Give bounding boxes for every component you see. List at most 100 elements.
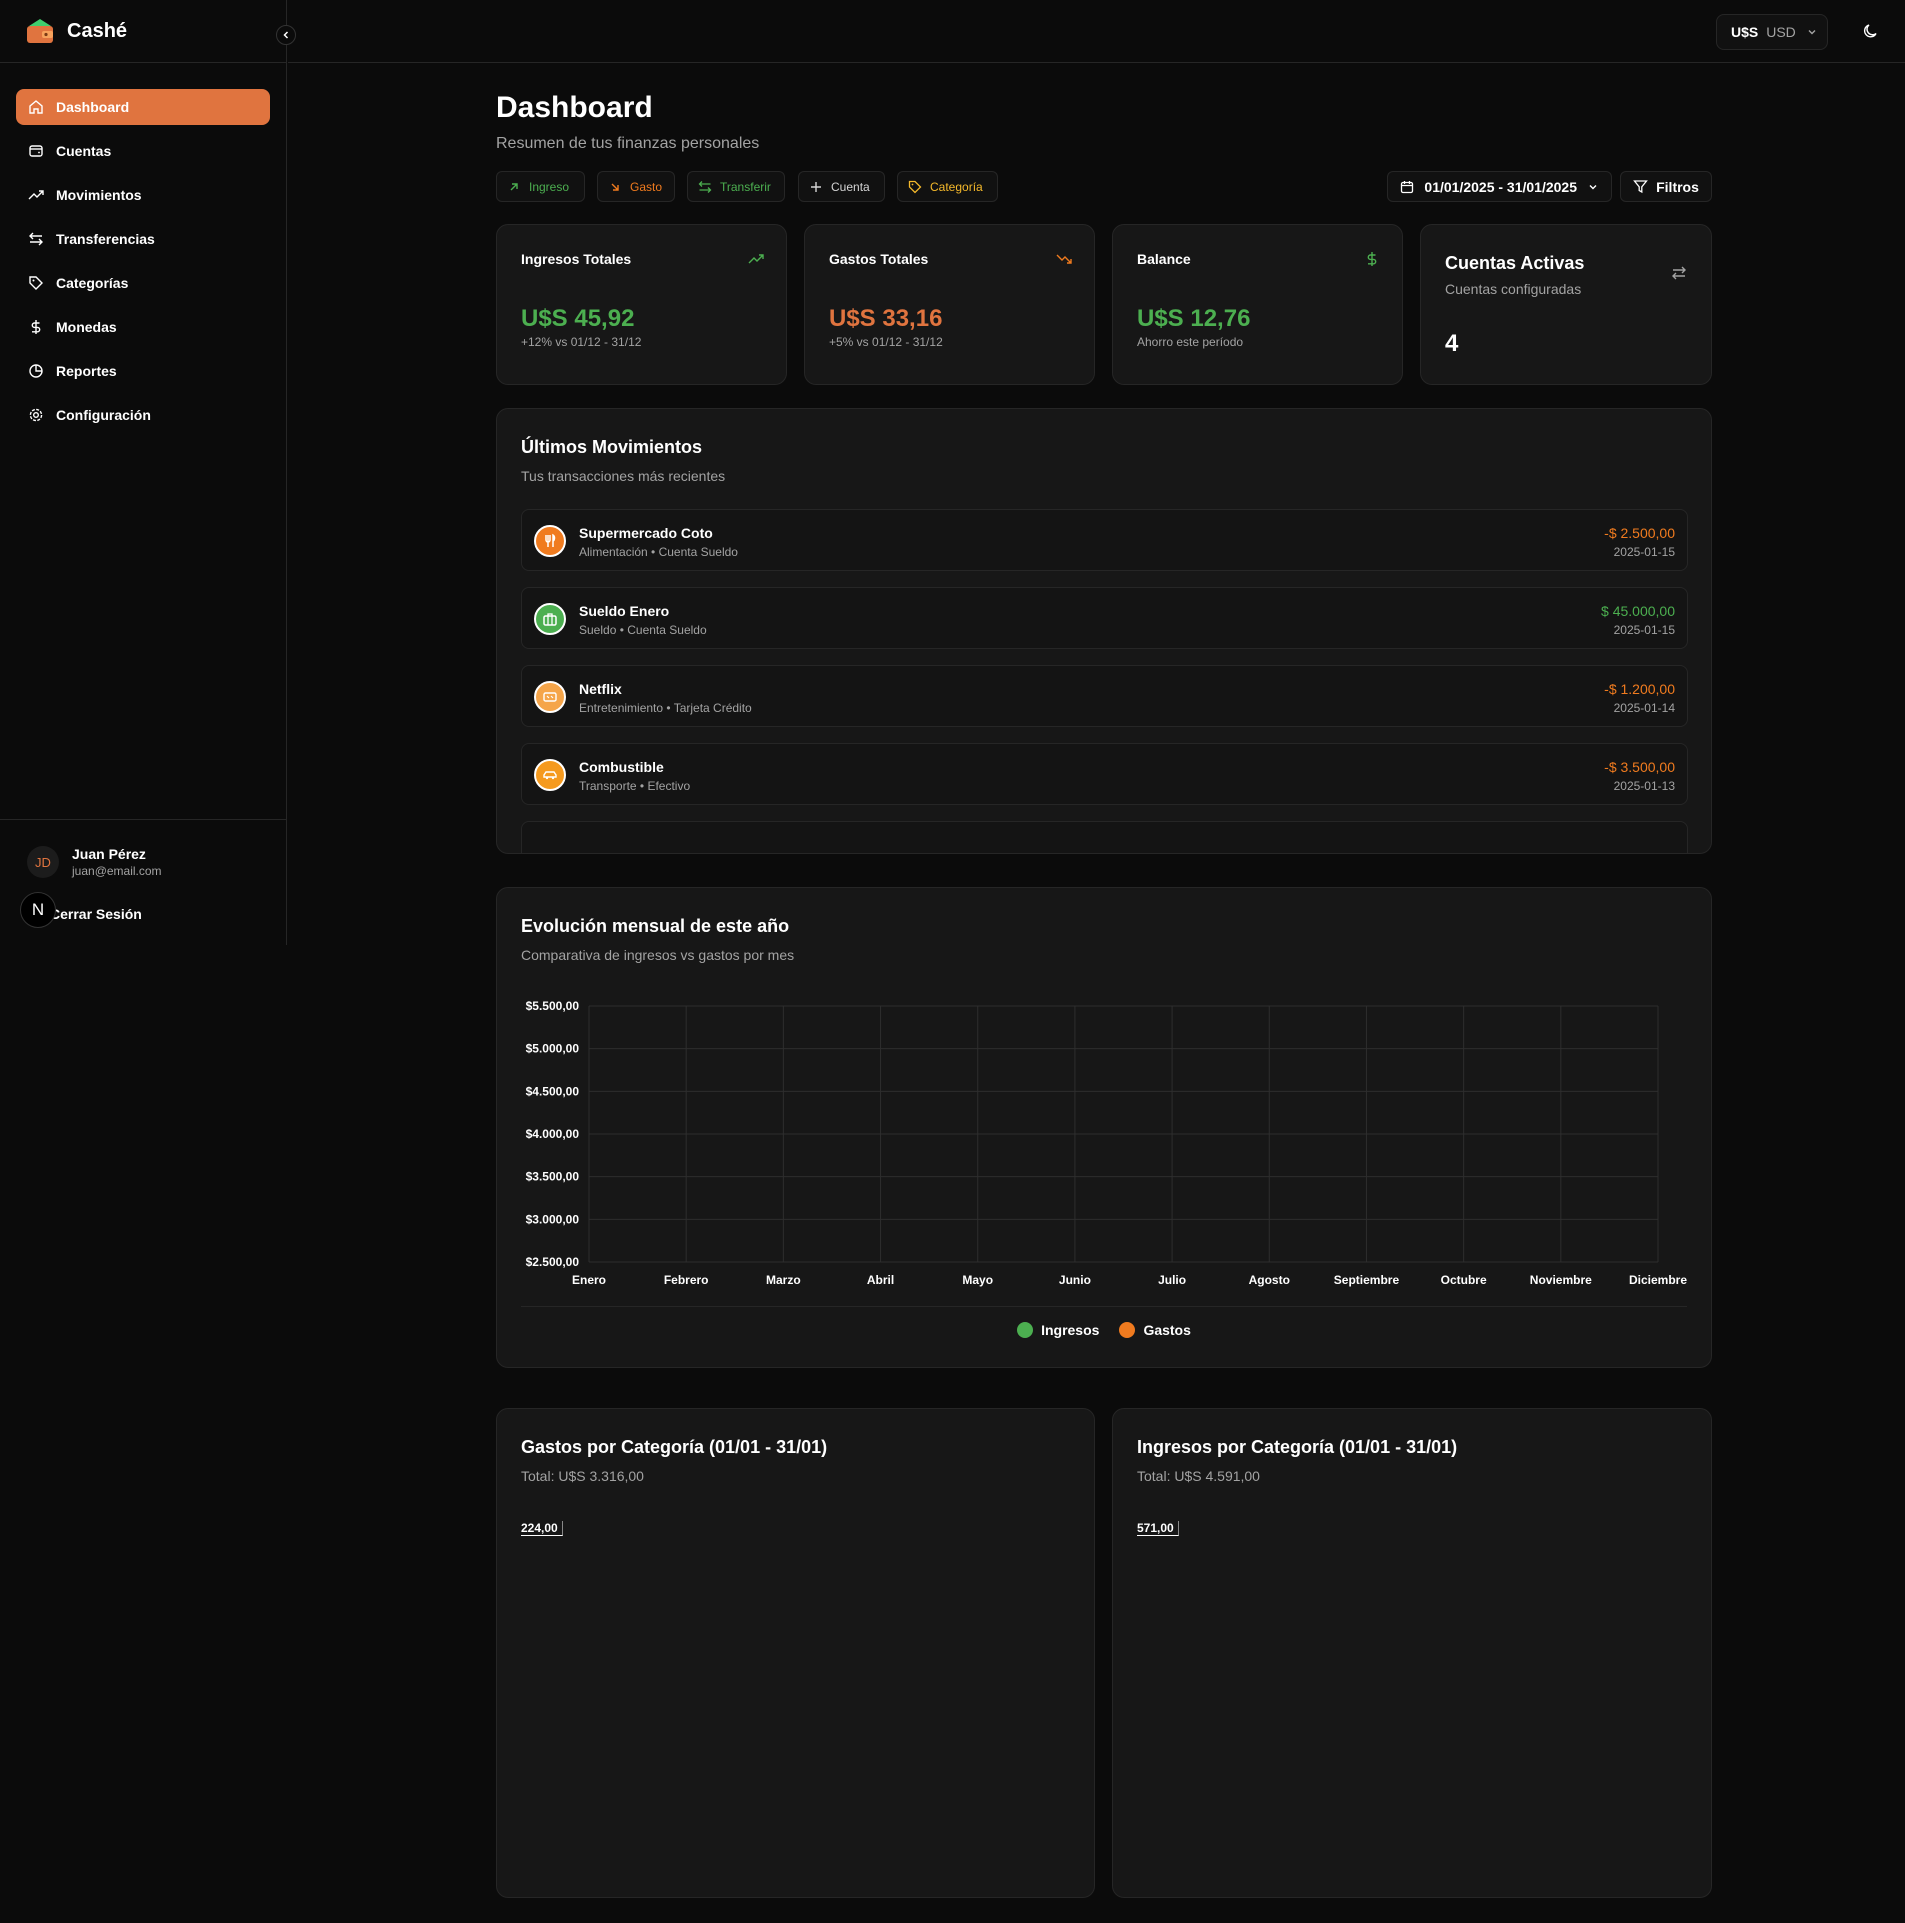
user-email: juan@email.com xyxy=(72,864,162,878)
income-card: Ingresos Totales U$S 45,92 +12% vs 01/12… xyxy=(496,224,787,385)
y-tick-label: $5.000,00 xyxy=(526,1042,580,1056)
user-profile[interactable]: JD Juan Pérez juan@email.com xyxy=(27,846,162,878)
list-item[interactable]: Supermercado Coto Alimentación • Cuenta … xyxy=(521,509,1688,571)
gear-icon xyxy=(29,408,43,422)
list-item[interactable]: Combustible Transporte • Efectivo -$ 3.5… xyxy=(521,743,1688,805)
expense-card-note: +5% vs 01/12 - 31/12 xyxy=(829,335,943,349)
movements-title: Últimos Movimientos xyxy=(521,437,703,457)
sidebar-item-label: Dashboard xyxy=(56,99,130,115)
pie-chart-icon xyxy=(29,364,43,378)
add-expense-label: Gasto xyxy=(630,179,663,194)
list-item[interactable]: Sueldo Enero Sueldo • Cuenta Sueldo $ 45… xyxy=(521,587,1688,649)
accounts-card: Cuentas Activas Cuentas configuradas 4 xyxy=(1420,224,1712,385)
income-card-note: +12% vs 01/12 - 31/12 xyxy=(521,335,642,349)
tx-amount: -$ 3.500,00 xyxy=(1604,759,1675,775)
user-name: Juan Pérez xyxy=(72,846,146,862)
utensils-icon xyxy=(534,525,566,557)
sidebar-item-label: Monedas xyxy=(56,319,117,335)
filter-icon xyxy=(1633,180,1648,194)
accounts-card-subtitle: Cuentas configuradas xyxy=(1445,281,1582,297)
filters-label: Filtros xyxy=(1656,178,1699,195)
tx-name: Supermercado Coto xyxy=(579,525,713,541)
income-card-value: U$S 45,92 xyxy=(521,305,635,332)
income-categories-title: Ingresos por Categoría (01/01 - 31/01) xyxy=(1137,1437,1458,1457)
legend-dot xyxy=(1119,1322,1136,1338)
action-bar: Ingreso Gasto Transferir Cuenta Categorí… xyxy=(496,171,1712,203)
arrow-down-right-icon xyxy=(611,183,619,191)
list-item[interactable]: Netflix Entretenimiento • Tarjeta Crédit… xyxy=(521,665,1688,727)
page-title: Dashboard xyxy=(496,91,653,124)
legend-item-ingresos[interactable]: Ingresos xyxy=(1017,1322,1099,1338)
x-tick-label: Septiembre xyxy=(1334,1273,1400,1287)
balance-card-title: Balance xyxy=(1137,251,1191,267)
sidebar-item-dashboard[interactable]: Dashboard xyxy=(16,89,270,125)
transfer-button[interactable]: Transferir xyxy=(687,171,785,202)
chevron-down-icon xyxy=(1808,30,1816,35)
avatar: JD xyxy=(27,846,59,878)
sidebar-item-categorias[interactable]: Categorías xyxy=(16,265,270,301)
chart-legend: Ingresos Gastos xyxy=(497,1322,1711,1338)
tx-meta: Sueldo • Cuenta Sueldo xyxy=(579,623,707,637)
briefcase-icon xyxy=(534,603,566,635)
dollar-icon xyxy=(1367,252,1377,266)
date-range-picker[interactable]: 01/01/2025 - 31/01/2025 xyxy=(1387,171,1612,202)
expense-card-title: Gastos Totales xyxy=(829,251,929,267)
tx-meta: Transporte • Efectivo xyxy=(579,779,691,793)
currency-symbol: U$S xyxy=(1731,24,1759,40)
add-income-button[interactable]: Ingreso xyxy=(496,171,585,202)
list-item[interactable] xyxy=(521,821,1688,853)
sidebar-item-transferencias[interactable]: Transferencias xyxy=(16,221,270,257)
x-tick-label: Febrero xyxy=(664,1273,709,1287)
accounts-card-value: 4 xyxy=(1445,330,1459,357)
expense-card: Gastos Totales U$S 33,16 +5% vs 01/12 - … xyxy=(804,224,1095,385)
x-tick-label: Octubre xyxy=(1441,1273,1487,1287)
transfer-label: Transferir xyxy=(720,179,771,194)
x-tick-label: Julio xyxy=(1158,1273,1186,1287)
legend-item-gastos[interactable]: Gastos xyxy=(1119,1322,1191,1338)
y-tick-label: $2.500,00 xyxy=(526,1255,580,1269)
moon-icon[interactable] xyxy=(1861,21,1881,41)
income-categories-total: Total: U$S 4.591,00 xyxy=(1137,1468,1260,1484)
sidebar-item-label: Movimientos xyxy=(56,187,142,203)
filters-button[interactable]: Filtros xyxy=(1620,171,1712,202)
tx-date: 2025-01-15 xyxy=(1613,623,1675,637)
add-category-label: Categoría xyxy=(930,179,983,194)
tx-meta: Alimentación • Cuenta Sueldo xyxy=(579,545,738,559)
calendar-icon xyxy=(1401,180,1414,193)
sidebar-item-configuracion[interactable]: Configuración xyxy=(16,397,270,433)
x-tick-label: Noviembre xyxy=(1530,1273,1592,1287)
home-icon xyxy=(29,100,43,114)
sidebar-item-monedas[interactable]: Monedas xyxy=(16,309,270,345)
dollar-icon xyxy=(31,320,41,334)
arrows-left-right-icon xyxy=(29,232,43,246)
x-tick-label: Enero xyxy=(572,1273,606,1287)
y-tick-label: $3.000,00 xyxy=(526,1212,580,1226)
add-expense-button[interactable]: Gasto xyxy=(597,171,675,202)
sidebar: Cashé Dashboard Cuentas Movimientos Tran… xyxy=(0,0,296,945)
accounts-card-title: Cuentas Activas xyxy=(1445,253,1585,273)
sidebar-item-cuentas[interactable]: Cuentas xyxy=(16,133,270,169)
x-tick-label: Marzo xyxy=(766,1273,801,1287)
balance-card: Balance U$S 12,76 Ahorro este período xyxy=(1112,224,1403,385)
sidebar-item-movimientos[interactable]: Movimientos xyxy=(16,177,270,213)
tx-name: Sueldo Enero xyxy=(579,603,670,619)
tx-date: 2025-01-13 xyxy=(1613,779,1675,793)
tx-amount: -$ 2.500,00 xyxy=(1604,525,1675,541)
pie-label: 224,00 xyxy=(521,1521,563,1536)
sidebar-item-reportes[interactable]: Reportes xyxy=(16,353,270,389)
expense-categories-title: Gastos por Categoría (01/01 - 31/01) xyxy=(521,1437,828,1457)
trending-up-icon xyxy=(28,190,44,200)
latest-movements-card: Últimos Movimientos Tus transacciones má… xyxy=(496,408,1712,854)
logout-button[interactable]: Cerrar Sesión xyxy=(50,906,142,922)
currency-selector[interactable]: U$S USD xyxy=(1716,14,1828,50)
expense-categories-card: Gastos por Categoría (01/01 - 31/01) Tot… xyxy=(496,1408,1095,1898)
arrows-left-right-icon xyxy=(1672,266,1686,280)
n-badge[interactable]: N xyxy=(20,892,56,928)
trending-down-icon xyxy=(1056,254,1072,264)
income-card-title: Ingresos Totales xyxy=(521,251,632,267)
tx-date: 2025-01-15 xyxy=(1613,545,1675,559)
expense-card-value: U$S 33,16 xyxy=(829,305,943,332)
tx-amount: $ 45.000,00 xyxy=(1601,603,1675,619)
add-account-button[interactable]: Cuenta xyxy=(798,171,885,202)
add-category-button[interactable]: Categoría xyxy=(897,171,998,202)
